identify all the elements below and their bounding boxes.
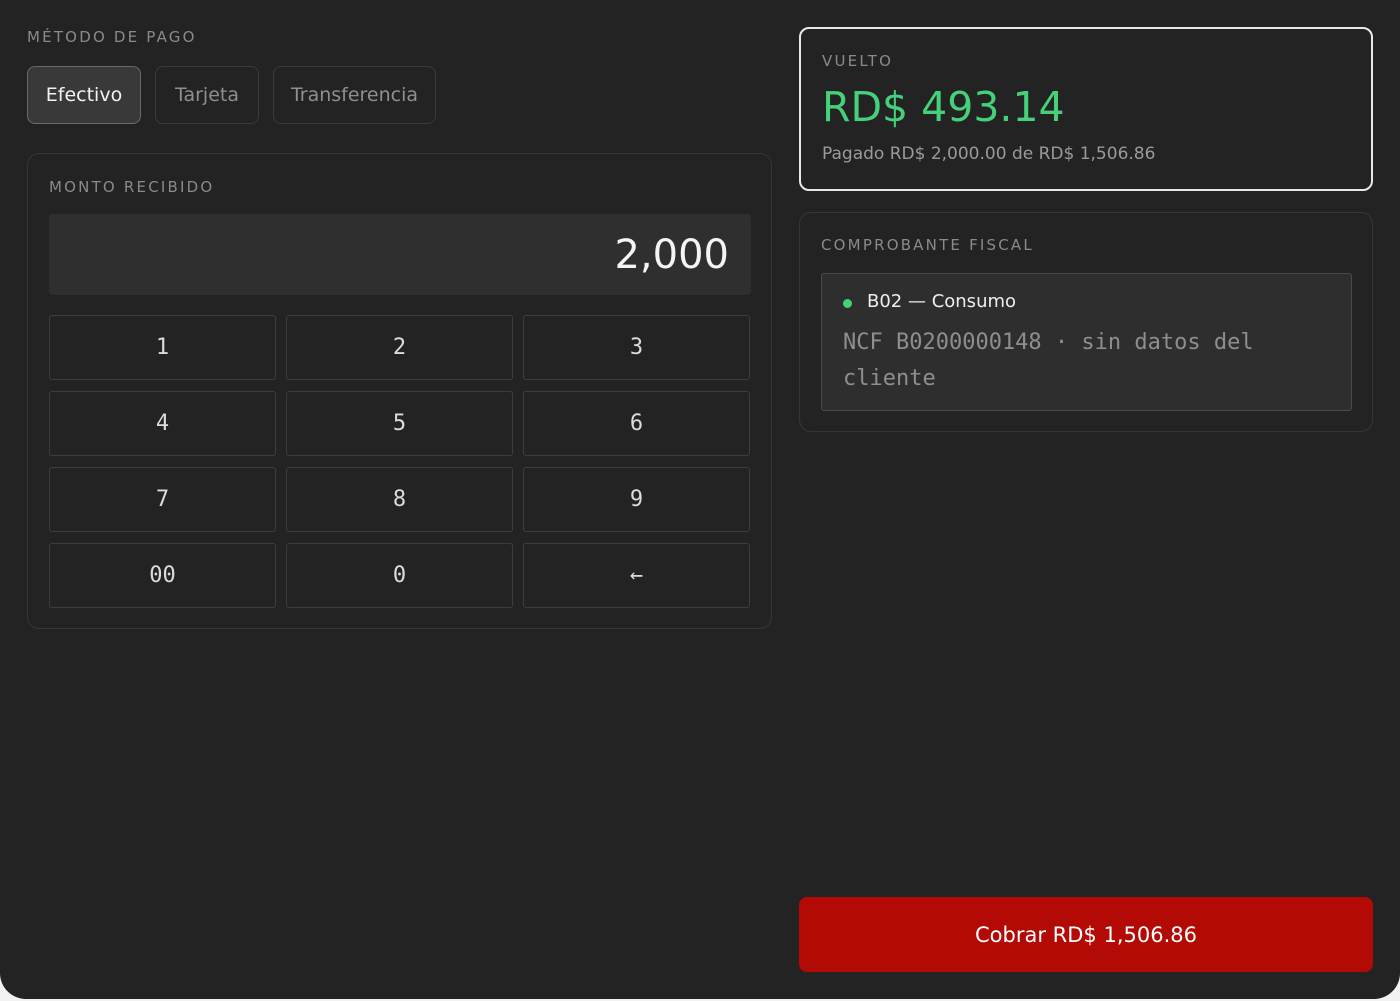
charge-button[interactable]: Cobrar RD$ 1,506.86 bbox=[799, 897, 1373, 972]
change-amount: RD$ 493.14 bbox=[822, 83, 1065, 131]
amount-received-display: 2,000 bbox=[49, 214, 751, 295]
amount-received-panel: MONTO RECIBIDO 2,000 1 2 3 4 5 6 7 8 9 0… bbox=[27, 153, 772, 629]
key-4[interactable]: 4 bbox=[49, 391, 276, 456]
key-7[interactable]: 7 bbox=[49, 467, 276, 532]
key-9[interactable]: 9 bbox=[523, 467, 750, 532]
backspace-key[interactable]: ← bbox=[523, 543, 750, 608]
fiscal-receipt-type: B02 — Consumo bbox=[867, 291, 1017, 312]
key-2[interactable]: 2 bbox=[286, 315, 513, 380]
amount-received-label: MONTO RECIBIDO bbox=[49, 178, 215, 196]
status-dot-icon bbox=[843, 299, 852, 308]
key-3[interactable]: 3 bbox=[523, 315, 750, 380]
payment-method-label: MÉTODO DE PAGO bbox=[27, 28, 197, 46]
tab-tarjeta[interactable]: Tarjeta bbox=[155, 66, 259, 124]
change-label: VUELTO bbox=[822, 52, 894, 70]
key-0[interactable]: 0 bbox=[286, 543, 513, 608]
fiscal-receipt-label: COMPROBANTE FISCAL bbox=[821, 236, 1034, 254]
fiscal-receipt-card[interactable]: B02 — Consumo NCF B0200000148 · sin dato… bbox=[821, 273, 1352, 411]
payment-detail: Pagado RD$ 2,000.00 de RD$ 1,506.86 bbox=[822, 144, 1156, 164]
payment-method-tabs: Efectivo Tarjeta Transferencia bbox=[27, 66, 436, 124]
payment-screen: MÉTODO DE PAGO Efectivo Tarjeta Transfer… bbox=[0, 0, 1400, 999]
numeric-keypad: 1 2 3 4 5 6 7 8 9 00 0 ← bbox=[49, 315, 750, 608]
key-1[interactable]: 1 bbox=[49, 315, 276, 380]
change-summary: VUELTO RD$ 493.14 Pagado RD$ 2,000.00 de… bbox=[799, 27, 1373, 191]
fiscal-ncf-number: NCF B0200000148 · sin datos del cliente bbox=[843, 330, 1254, 391]
key-5[interactable]: 5 bbox=[286, 391, 513, 456]
tab-efectivo[interactable]: Efectivo bbox=[27, 66, 141, 124]
tab-transferencia[interactable]: Transferencia bbox=[273, 66, 436, 124]
fiscal-receipt-panel: COMPROBANTE FISCAL B02 — Consumo NCF B02… bbox=[799, 212, 1373, 432]
key-double-zero[interactable]: 00 bbox=[49, 543, 276, 608]
key-8[interactable]: 8 bbox=[286, 467, 513, 532]
key-6[interactable]: 6 bbox=[523, 391, 750, 456]
